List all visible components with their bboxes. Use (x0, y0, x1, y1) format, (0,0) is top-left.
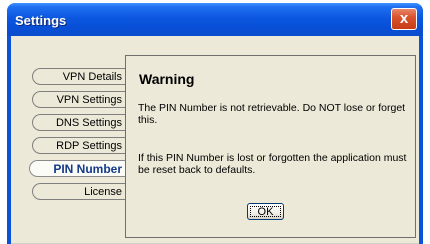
tab-vpn-details[interactable]: VPN Details (32, 68, 125, 85)
tab-vpn-settings[interactable]: VPN Settings (32, 91, 125, 108)
ok-button-label: OK (250, 206, 281, 218)
tab-dns-settings[interactable]: DNS Settings (32, 114, 125, 131)
tab-label: VPN Settings (56, 94, 122, 106)
tab-license[interactable]: License (32, 183, 125, 200)
tab-label: RDP Settings (56, 140, 122, 152)
tab-label: VPN Details (62, 71, 122, 83)
tab-label: License (84, 186, 122, 198)
window-title: Settings (15, 13, 67, 28)
window-client-area: VPN Details VPN Settings DNS Settings RD… (11, 36, 419, 244)
close-button[interactable]: x (391, 8, 417, 30)
warning-message-retrievable: The PIN Number is not retrievable. Do NO… (138, 102, 406, 126)
title-bar[interactable]: Settings x (7, 3, 423, 36)
tab-label: DNS Settings (55, 117, 122, 129)
ok-button[interactable]: OK (247, 203, 284, 220)
tab-rdp-settings[interactable]: RDP Settings (32, 137, 125, 154)
tab-label: PIN Number (53, 162, 122, 176)
warning-title: Warning (139, 71, 195, 87)
tab-pin-number[interactable]: PIN Number (29, 160, 125, 177)
warning-panel: Warning The PIN Number is not retrievabl… (125, 55, 416, 238)
settings-window: Settings x VPN Details VPN Settings DNS … (7, 3, 423, 244)
warning-message-reset: If this PIN Number is lost or forgotten … (138, 152, 407, 176)
close-icon: x (399, 10, 409, 27)
